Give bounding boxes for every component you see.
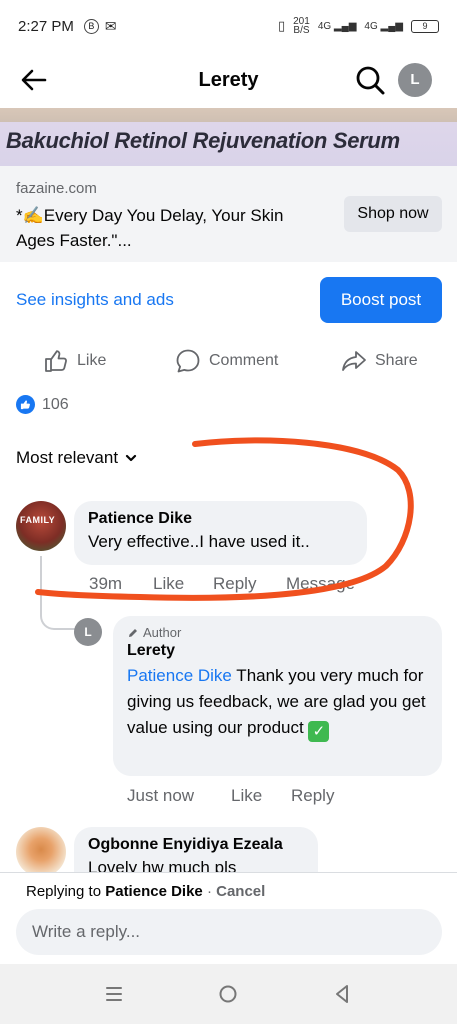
comment-text: Very effective..I have used it.. <box>88 532 310 551</box>
share-button[interactable]: Share <box>341 348 418 374</box>
shop-now-button[interactable]: Shop now <box>344 196 442 232</box>
gmail-icon: ✉ <box>104 17 117 34</box>
commenter-avatar-2[interactable] <box>16 827 66 877</box>
status-bar: 2:27 PM B ✉ ▯ 201 B/S 4G ▂▄▆ 4G ▂▄▆ 9 <box>0 0 457 52</box>
search-icon[interactable] <box>354 64 386 96</box>
author-tag-label: Author <box>143 625 182 640</box>
comment-icon <box>176 349 200 373</box>
net-speed-unit: B/S <box>293 25 310 36</box>
boost-post-button[interactable]: Boost post <box>320 277 442 323</box>
comment-label: Comment <box>209 352 279 369</box>
reply-composer: Replying to Patience Dike · Cancel Write… <box>0 872 457 964</box>
profile-initial: L <box>410 71 420 88</box>
comment-time: 39m <box>89 574 123 593</box>
reply-author-name[interactable]: Lerety <box>127 642 428 660</box>
replying-separator: · <box>202 883 217 900</box>
commenter-name-2[interactable]: Ogbonne Enyidiya Ezeala <box>88 836 304 854</box>
vibrate-icon: ▯ <box>277 18 286 33</box>
thumbs-up-icon <box>45 350 67 372</box>
signal-label-1: 4G <box>317 20 332 32</box>
ad-domain: fazaine.com <box>16 180 97 197</box>
check-mark-icon: ✓ <box>308 721 330 742</box>
commenter-name[interactable]: Patience Dike <box>88 510 353 528</box>
back-arrow-icon[interactable] <box>18 64 50 96</box>
reply-bubble[interactable]: Author Lerety Patience Dike Thank you ve… <box>113 616 442 776</box>
comment-bubble-2[interactable]: Ogbonne Enyidiya Ezeala Lovely hw much p… <box>74 827 318 877</box>
reaction-summary[interactable]: 106 <box>16 395 69 414</box>
comment-bubble[interactable]: Patience Dike Very effective..I have use… <box>74 501 367 565</box>
ad-banner-image[interactable]: Bakuchiol Retinol Rejuvenation Serum <box>0 108 457 166</box>
signal-icon-1: 4G ▂▄▆ <box>317 20 357 32</box>
reply-like-button[interactable]: Like <box>231 786 262 806</box>
comment-like-button[interactable]: Like <box>153 574 184 594</box>
ad-headline: *✍️Every Day You Delay, Your Skin Ages F… <box>16 206 284 250</box>
ad-banner-title: Bakuchiol Retinol Rejuvenation Serum <box>6 128 400 153</box>
app-header: Lerety L <box>0 52 457 108</box>
comment-button[interactable]: Comment <box>175 348 278 374</box>
comment-reply-button[interactable]: Reply <box>213 574 256 594</box>
signal-icon-2: 4G ▂▄▆ <box>364 20 403 32</box>
recent-apps-icon[interactable] <box>102 982 126 1006</box>
signal-label-2: 4G <box>364 20 378 32</box>
reply-avatar-initial: L <box>84 625 92 639</box>
replying-to-label: Replying to Patience Dike · Cancel <box>26 883 265 900</box>
sort-label: Most relevant <box>16 448 119 467</box>
notification-icon: B <box>83 18 99 34</box>
insights-link[interactable]: See insights and ads <box>16 290 174 310</box>
status-right: ▯ 201 B/S 4G ▂▄▆ 4G ▂▄▆ 9 <box>277 17 439 36</box>
post-actions: Like Comment Share <box>0 340 457 384</box>
comment-message-button[interactable]: Message <box>286 574 355 594</box>
system-nav-bar <box>0 964 457 1024</box>
share-label: Share <box>375 352 418 369</box>
back-nav-icon[interactable] <box>330 982 354 1006</box>
replying-target: Patience Dike <box>105 883 203 900</box>
reply-reply-button[interactable]: Reply <box>291 786 334 806</box>
reply-time: Just now <box>127 786 195 805</box>
replying-prefix: Replying to <box>26 883 106 900</box>
pencil-icon <box>129 628 137 637</box>
like-label: Like <box>77 352 107 369</box>
reply-input[interactable]: Write a reply... <box>16 909 442 955</box>
commenter-avatar[interactable]: FAMILY <box>16 501 66 551</box>
comment-sort-dropdown[interactable]: Most relevant <box>16 448 138 468</box>
status-time: 2:27 PM <box>18 17 74 35</box>
share-icon <box>342 351 366 371</box>
reply-text: Patience Dike Thank you very much for gi… <box>127 663 428 742</box>
battery-icon: 9 <box>411 19 439 33</box>
reaction-count: 106 <box>42 395 69 413</box>
net-speed: 201 B/S <box>293 17 310 36</box>
reply-avatar[interactable]: L <box>74 618 102 646</box>
chevron-down-icon <box>125 454 137 462</box>
cancel-reply-button[interactable]: Cancel <box>216 883 265 900</box>
like-button[interactable]: Like <box>43 348 106 374</box>
home-icon[interactable] <box>216 982 240 1006</box>
avatar-text: FAMILY <box>20 515 56 525</box>
profile-avatar[interactable]: L <box>398 63 432 97</box>
thread-connector <box>40 556 78 630</box>
reply-mention[interactable]: Patience Dike <box>127 666 232 685</box>
like-reaction-icon <box>16 395 35 414</box>
page-title: Lerety <box>198 68 259 91</box>
battery-level: 9 <box>422 20 428 31</box>
author-badge: Author <box>127 625 428 640</box>
